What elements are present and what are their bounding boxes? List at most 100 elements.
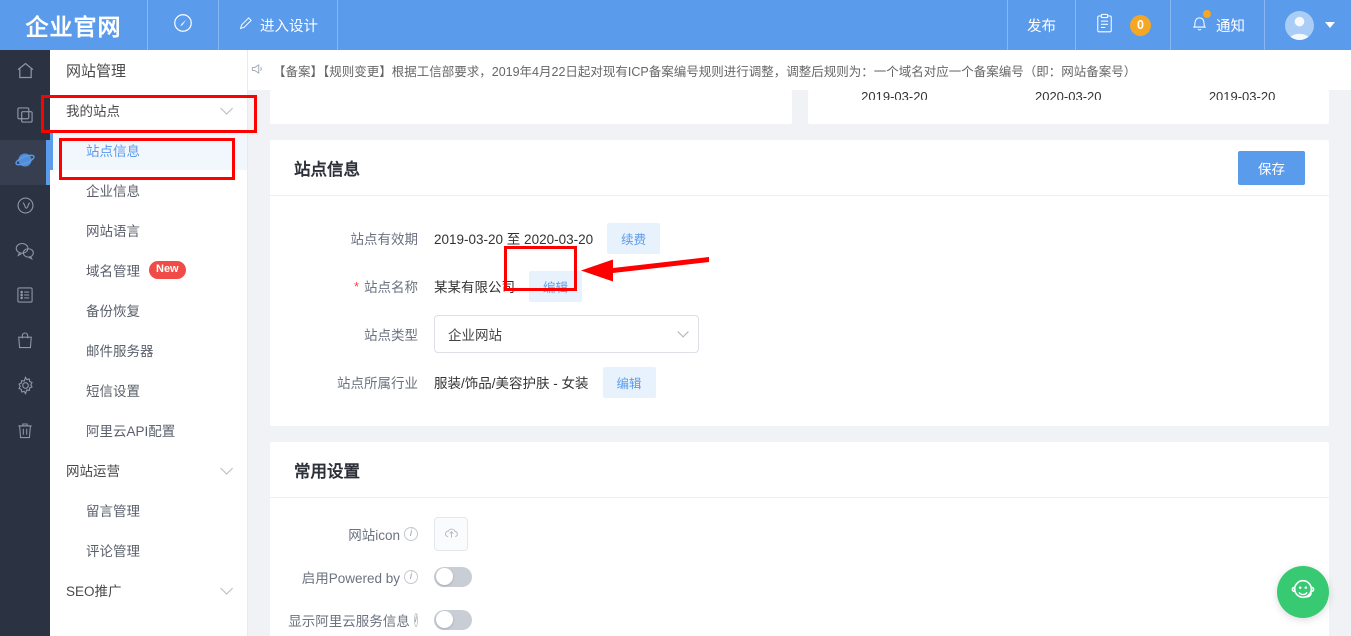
partial-cell: 2019-03-20: [1208, 90, 1276, 100]
tasks-button[interactable]: 0: [1076, 0, 1171, 50]
sidebar-item-label: 域名管理: [86, 264, 140, 279]
sidebar-item-label: 备份恢复: [86, 304, 140, 319]
aliyun-service-info-toggle[interactable]: [434, 609, 472, 630]
chevron-down-icon: [220, 101, 233, 115]
site-info-title: 站点信息: [294, 160, 360, 179]
cloud-upload-icon: [443, 525, 460, 543]
site-icon-label-text: 网站icon: [348, 527, 400, 543]
brand-logo[interactable]: 企业官网: [0, 0, 148, 50]
site-name-label-text: 站点名称: [364, 280, 418, 295]
caret-down-icon: [1325, 22, 1335, 28]
sidebar-item-site-info[interactable]: 站点信息: [50, 130, 247, 170]
aliyun-service-info-label: 显示阿里云服务信息 i: [288, 610, 434, 630]
rail-item-trash[interactable]: [0, 410, 50, 455]
notifications-button[interactable]: 通知: [1171, 0, 1265, 50]
sidebar-item-backup-restore[interactable]: 备份恢复: [50, 290, 247, 330]
partial-card-right: 2019-03-20 2020-03-20 2019-03-20: [807, 90, 1329, 124]
rail-item-settings[interactable]: [0, 365, 50, 410]
rail-item-home[interactable]: [0, 50, 50, 95]
site-icon-label: 网站icon i: [294, 524, 434, 544]
user-menu-button[interactable]: [1265, 0, 1351, 50]
partial-card-left: [270, 90, 792, 124]
site-type-selected-value: 企业网站: [448, 328, 502, 343]
sidebar-item-domain-management[interactable]: 域名管理 New: [50, 250, 247, 290]
info-icon[interactable]: i: [404, 526, 418, 541]
partial-cell: [270, 90, 444, 100]
required-asterisk: *: [353, 278, 359, 294]
notification-dot: [1203, 10, 1211, 18]
site-type-value-group: 企业网站: [434, 315, 699, 353]
sidebar-item-sms-settings[interactable]: 短信设置: [50, 370, 247, 410]
wechat-icon: [14, 240, 36, 265]
partial-cell: 2019-03-20: [861, 90, 928, 100]
gear-icon: [15, 375, 36, 401]
partial-cell: 2020-03-20: [1034, 90, 1102, 100]
customer-service-icon: [1288, 575, 1318, 610]
announcement-text: 【备案】【规则变更】根据工信部要求，2019年4月22日起对现有ICP备案编号规…: [273, 64, 1137, 79]
row-powered-by: 启用Powered by i: [294, 555, 1305, 598]
sidebar-title: 网站管理: [66, 62, 127, 80]
sidebar-item-label: 网站语言: [86, 224, 140, 239]
save-button[interactable]: 保存: [1238, 150, 1305, 185]
notifications-label: 通知: [1216, 18, 1245, 35]
sidebar-item-site-language[interactable]: 网站语言: [50, 210, 247, 250]
site-type-select[interactable]: 企业网站: [434, 315, 699, 353]
sidebar-group-my-site[interactable]: 我的站点: [50, 90, 247, 130]
sidebar-group-seo[interactable]: SEO推广: [50, 570, 247, 610]
home-icon: [15, 60, 36, 86]
top-header: 企业官网 进入设计 发布 0 通知: [0, 0, 1351, 50]
sidebar: 网站管理 我的站点 站点信息 企业信息 网站语言 域名管理 New 备份恢复 邮…: [50, 50, 248, 636]
rail-item-wechat[interactable]: [0, 230, 50, 275]
edit-industry-button[interactable]: 编辑: [602, 366, 656, 398]
site-validity-value: 2019-03-20 至 2020-03-20: [434, 232, 594, 247]
sidebar-group-site-operations[interactable]: 网站运营: [50, 450, 247, 490]
enter-design-button[interactable]: 进入设计: [219, 0, 338, 50]
dashboard-gauge-icon: [172, 12, 194, 38]
site-icon-upload-button[interactable]: [434, 516, 468, 551]
header-spacer: [338, 0, 1008, 50]
rail-item-list[interactable]: [0, 275, 50, 320]
info-icon[interactable]: i: [404, 569, 418, 584]
row-aliyun-service-info: 显示阿里云服务信息 i: [288, 598, 1305, 636]
site-industry-value: 服装/饰品/美容护肤 - 女装: [434, 376, 589, 391]
site-icon-control: [434, 516, 468, 551]
rail-item-pages[interactable]: [0, 95, 50, 140]
site-info-card: 站点信息 保存 站点有效期 2019-03-20 至 2020-03-20 续费…: [270, 140, 1329, 426]
sidebar-item-label: 站点信息: [86, 144, 140, 159]
enter-design-label: 进入设计: [260, 18, 318, 35]
sidebar-item-company-info[interactable]: 企业信息: [50, 170, 247, 210]
sidebar-item-label: 邮件服务器: [86, 344, 154, 359]
partial-cell: [618, 90, 792, 100]
info-icon[interactable]: i: [413, 612, 418, 627]
bell-icon: [1190, 10, 1211, 37]
sidebar-item-message-management[interactable]: 留言管理: [50, 490, 247, 530]
new-badge: New: [149, 261, 186, 279]
sidebar-item-mail-server[interactable]: 邮件服务器: [50, 330, 247, 370]
sidebar-item-label: 留言管理: [86, 504, 140, 519]
rail-item-shop[interactable]: [0, 320, 50, 365]
chevron-down-icon: [220, 581, 233, 595]
scrollbar-track[interactable]: [1344, 90, 1351, 636]
row-site-type: 站点类型 企业网站: [294, 310, 1305, 358]
toggle-knob: [435, 611, 453, 628]
row-site-icon: 网站icon i: [294, 512, 1305, 555]
site-validity-value-group: 2019-03-20 至 2020-03-20 续费: [434, 222, 661, 254]
renew-button[interactable]: 续费: [607, 222, 661, 254]
sidebar-item-aliyun-api-config[interactable]: 阿里云API配置: [50, 410, 247, 450]
powered-by-control: [434, 566, 472, 587]
dashboard-gauge-button[interactable]: [148, 0, 219, 50]
rail-item-mini-program[interactable]: [0, 185, 50, 230]
publish-button[interactable]: 发布: [1008, 0, 1076, 50]
site-validity-label: 站点有效期: [350, 232, 419, 247]
row-site-name: * 站点名称 某某有限公司 编辑: [294, 262, 1305, 310]
customer-service-button[interactable]: [1277, 566, 1329, 618]
row-site-validity: 站点有效期 2019-03-20 至 2020-03-20 续费: [294, 214, 1305, 262]
common-settings-card-body: 网站icon i 启用Powered by i 显示阿里云服务信息 i: [270, 498, 1329, 636]
common-settings-card-header: 常用设置: [270, 442, 1329, 498]
rail-item-site-management[interactable]: [0, 140, 50, 185]
site-info-card-body: 站点有效期 2019-03-20 至 2020-03-20 续费 * 站点名称 …: [270, 196, 1329, 426]
powered-by-toggle[interactable]: [434, 566, 472, 587]
sidebar-item-label: 评论管理: [86, 544, 140, 559]
edit-site-name-button[interactable]: 编辑: [529, 270, 583, 302]
sidebar-item-comment-management[interactable]: 评论管理: [50, 530, 247, 570]
